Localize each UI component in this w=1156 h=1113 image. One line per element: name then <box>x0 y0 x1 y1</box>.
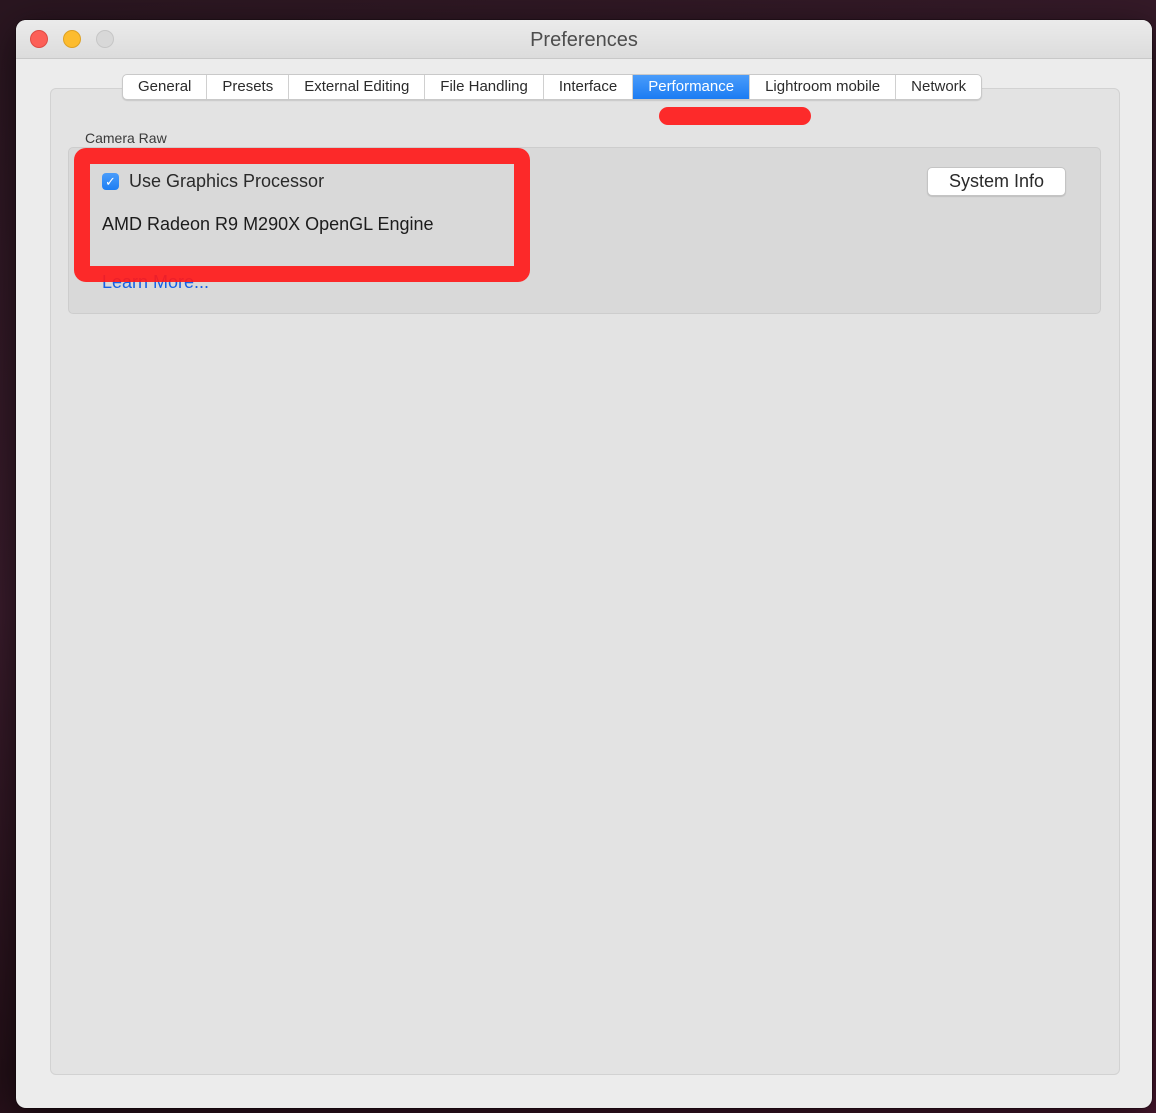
window-title: Preferences <box>530 29 638 51</box>
gpu-name-text: AMD Radeon R9 M290X OpenGL Engine <box>102 214 434 234</box>
tab-external-editing[interactable]: External Editing <box>289 75 426 99</box>
system-info-button[interactable]: System Info <box>927 167 1066 196</box>
use-graphics-processor-label[interactable]: Use Graphics Processor <box>129 171 324 192</box>
use-graphics-processor-checkbox[interactable]: ✓ <box>102 173 119 190</box>
camera-raw-section-label: Camera Raw <box>85 130 167 146</box>
title-bar[interactable]: Preferences <box>16 20 1152 59</box>
preferences-window: Preferences General Presets External Edi… <box>16 20 1152 1108</box>
tab-general[interactable]: General <box>123 75 208 99</box>
tab-presets[interactable]: Presets <box>207 75 290 99</box>
preferences-tab-bar: General Presets External Editing File Ha… <box>122 74 983 100</box>
use-graphics-processor-row[interactable]: ✓ Use Graphics Processor <box>102 171 324 192</box>
tab-interface[interactable]: Interface <box>544 75 634 99</box>
tab-performance[interactable]: Performance <box>633 75 751 99</box>
checkmark-icon: ✓ <box>105 174 116 189</box>
tab-lightroom-mobile[interactable]: Lightroom mobile <box>750 75 897 99</box>
tab-network[interactable]: Network <box>896 75 981 99</box>
learn-more-link[interactable]: Learn More... <box>102 272 209 293</box>
tab-file-handling[interactable]: File Handling <box>425 75 544 99</box>
